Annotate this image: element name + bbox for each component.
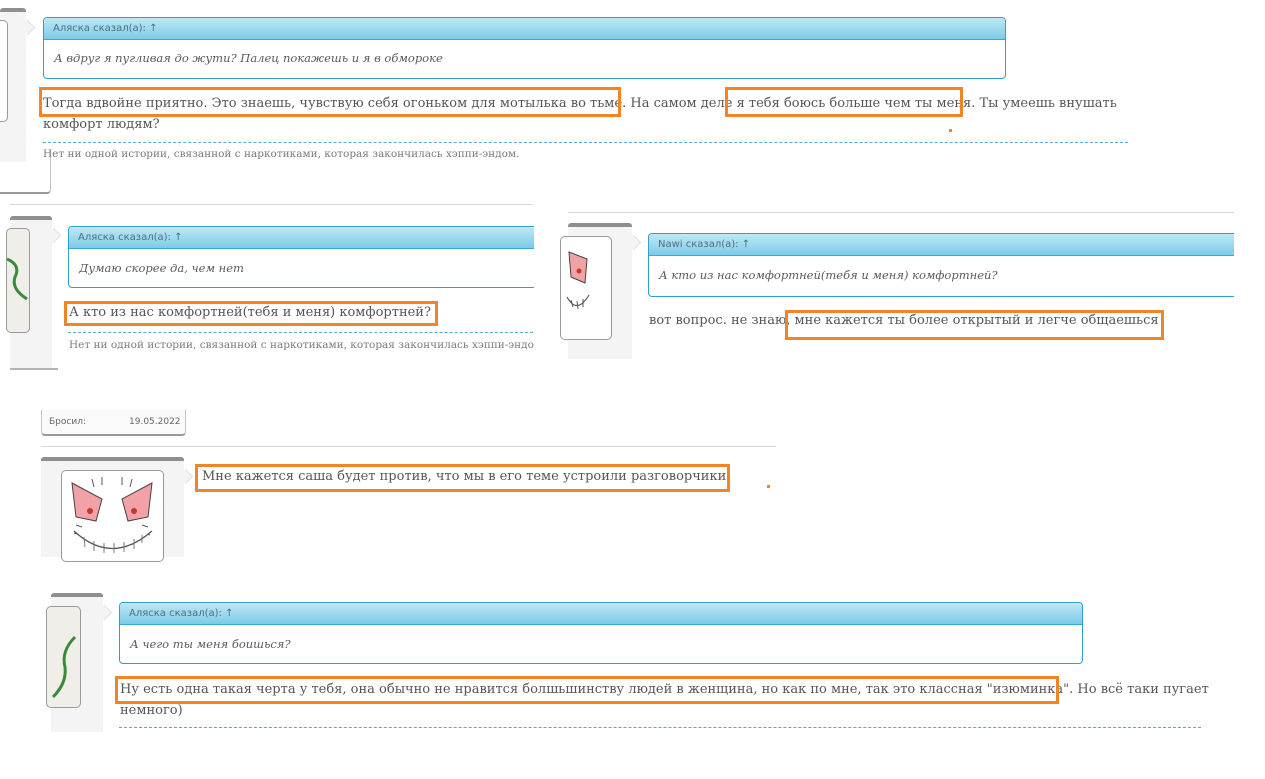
post4-avatar-drawing bbox=[71, 477, 153, 553]
post4-userinfo-value: 19.05.2022 bbox=[129, 417, 181, 427]
post3-quote: Nawi сказал(а): ↑ А кто из нас комфортне… bbox=[648, 233, 1250, 297]
post1-highlight-a bbox=[39, 87, 621, 117]
post-separator bbox=[10, 204, 533, 205]
post2-quote: Аляска сказал(а): ↑ Думаю скорее да, чем… bbox=[68, 226, 550, 288]
post2-quote-header[interactable]: Аляска сказал(а): ↑ bbox=[69, 227, 549, 249]
post3-avatar-drawing bbox=[566, 251, 590, 310]
post2-avatar[interactable] bbox=[6, 228, 30, 333]
post1-signature-divider bbox=[43, 142, 1128, 143]
post4-highlight bbox=[195, 464, 730, 492]
post2-signature: Нет ни одной истории, связанной с наркот… bbox=[69, 339, 535, 351]
post1-quote-header[interactable]: Аляска сказал(а): ↑ bbox=[44, 18, 1005, 40]
post3-quote-header[interactable]: Nawi сказал(а): ↑ bbox=[649, 234, 1249, 256]
post2-panel-base bbox=[10, 360, 58, 370]
post-separator bbox=[41, 446, 776, 447]
post3-quote-text: А кто из нас комфортней(тебя и меня) ком… bbox=[659, 268, 998, 282]
post1-signature: Нет ни одной истории, связанной с наркот… bbox=[43, 148, 520, 160]
post1-quote: Аляска сказал(а): ↑ А вдруг я пугливая д… bbox=[43, 17, 1006, 79]
post4-marker-dot bbox=[767, 485, 770, 488]
post1-marker-dot bbox=[949, 129, 952, 132]
post5-quote-header[interactable]: Аляска сказал(а): ↑ bbox=[120, 603, 1082, 625]
post2-signature-divider bbox=[68, 332, 538, 333]
post2-quote-text: Думаю скорее да, чем нет bbox=[79, 261, 244, 275]
post2-highlight bbox=[64, 301, 438, 326]
post5-avatar[interactable] bbox=[46, 606, 81, 708]
post1-highlight-b bbox=[725, 87, 963, 117]
post4-avatar[interactable] bbox=[61, 470, 164, 562]
post3-avatar[interactable] bbox=[560, 236, 612, 340]
post1-message-line2: комфорт людям? bbox=[43, 117, 160, 132]
post3-highlight bbox=[785, 310, 1164, 340]
post5-signature-divider bbox=[119, 727, 1201, 728]
post1-quote-text: А вдруг я пугливая до жути? Палец покаже… bbox=[54, 51, 443, 65]
post1-avatar[interactable] bbox=[0, 20, 8, 122]
post5-quote-text: А чего ты меня боишься? bbox=[130, 637, 291, 651]
post5-quote: Аляска сказал(а): ↑ А чего ты меня боишь… bbox=[119, 602, 1083, 664]
post2-avatar-drawing bbox=[7, 257, 28, 301]
post4-userinfo-label: Бросил: bbox=[49, 417, 86, 427]
post5-highlight bbox=[115, 676, 1059, 704]
post-separator bbox=[568, 212, 1234, 213]
post5-avatar-drawing bbox=[51, 635, 77, 699]
crop-mask-right bbox=[1234, 200, 1265, 370]
